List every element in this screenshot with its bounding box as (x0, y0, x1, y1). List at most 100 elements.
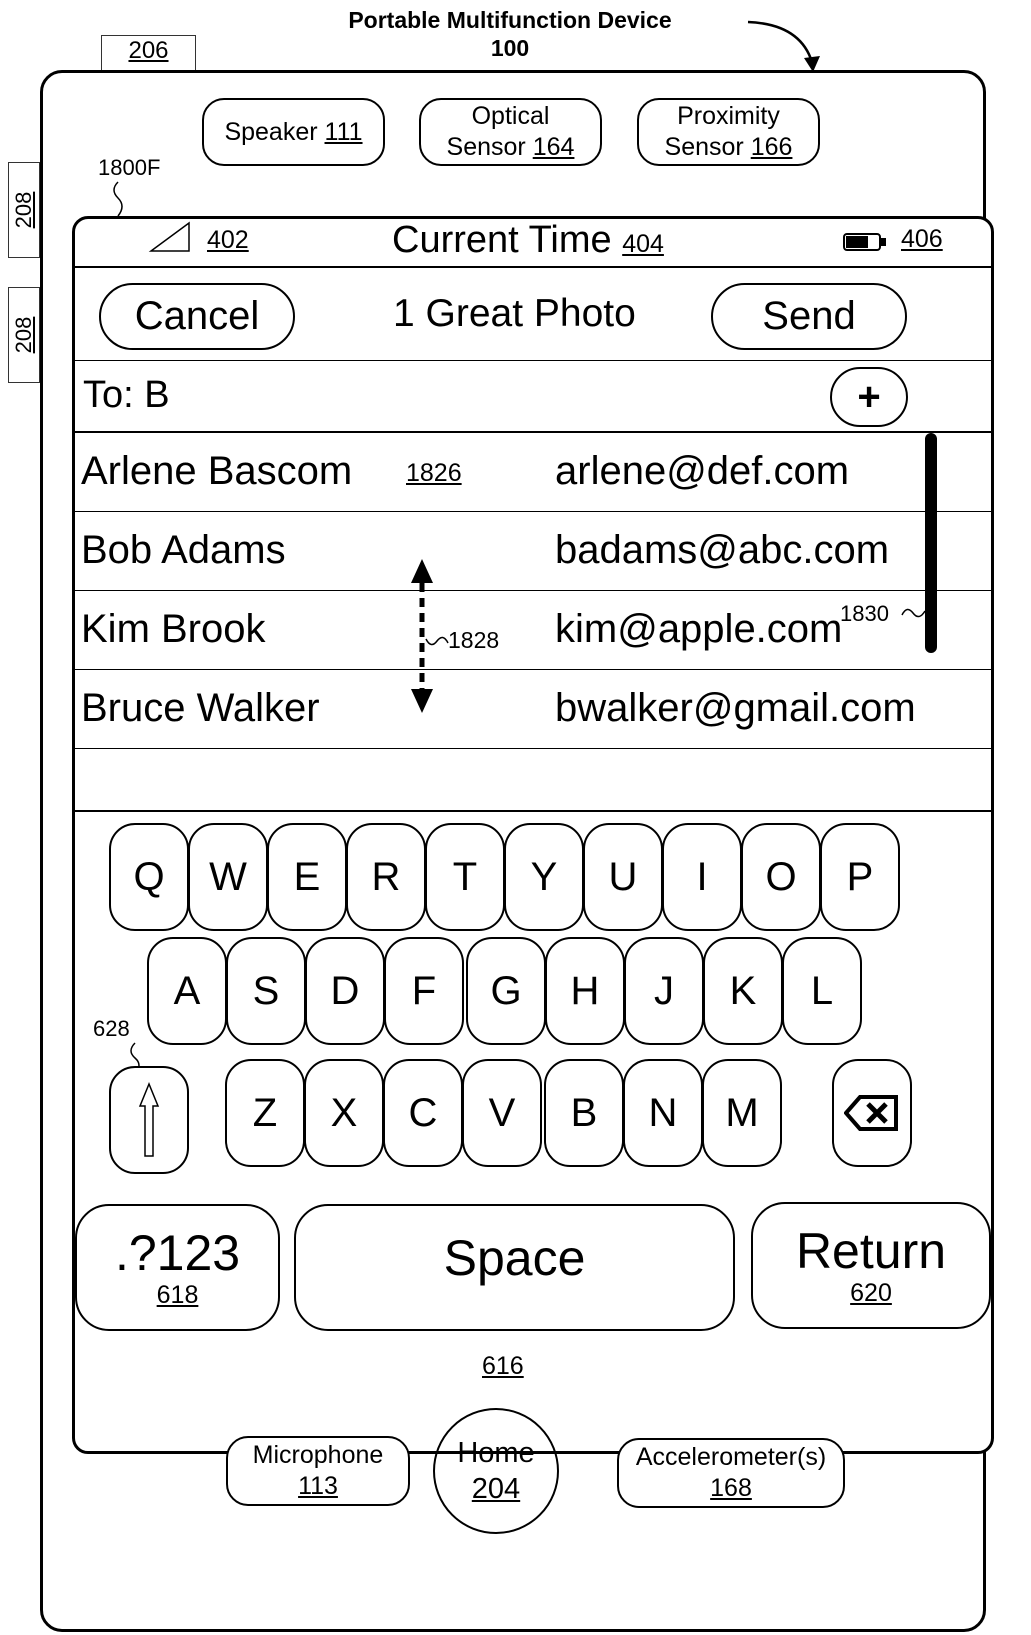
touch-screen: 402 Current Time 404 406 Cancel 1 Great … (72, 216, 994, 1454)
accelerometer-label: Accelerometer(s) (635, 1443, 827, 1471)
backspace-key[interactable] (832, 1059, 912, 1167)
figure-title-line2: 100 (490, 35, 530, 61)
optical-sensor-ref: 164 (532, 133, 575, 161)
proximity-sensor-label2: Sensor (664, 133, 751, 161)
key-v[interactable]: V (462, 1059, 542, 1167)
numbers-key-label: .?123 (114, 1225, 241, 1281)
optical-sensor-label: Optical (471, 102, 550, 130)
contact-email: bwalker@gmail.com (555, 686, 916, 730)
contact-ref-1826: 1826 (406, 459, 462, 487)
keyboard-ref: 616 (482, 1352, 524, 1380)
return-key-label: Return (795, 1223, 947, 1279)
key-y[interactable]: Y (504, 823, 584, 931)
volume-down-button[interactable]: 208 (8, 287, 40, 383)
optical-sensor-label2: Sensor (446, 133, 533, 161)
key-q[interactable]: Q (109, 823, 189, 931)
accelerometer: Accelerometer(s) 168 (617, 1438, 845, 1508)
scroll-bar-ref: 1830 (840, 601, 889, 626)
speaker: Speaker 111 (202, 98, 385, 166)
scroll-gesture-leader (425, 636, 449, 646)
key-c[interactable]: C (383, 1059, 463, 1167)
list-item[interactable]: Arlene Bascom 1826 arlene@def.com (75, 433, 991, 511)
key-h[interactable]: H (545, 937, 625, 1045)
key-o[interactable]: O (741, 823, 821, 931)
key-x[interactable]: X (304, 1059, 384, 1167)
ref-206: 206 (128, 37, 169, 64)
key-r[interactable]: R (346, 823, 426, 931)
list-item[interactable]: Bob Adams badams@abc.com (75, 512, 991, 590)
key-k[interactable]: K (703, 937, 783, 1045)
key-a[interactable]: A (147, 937, 227, 1045)
proximity-sensor: Proximity Sensor 166 (637, 98, 820, 166)
contact-name: Arlene Bascom (81, 449, 353, 493)
optical-sensor: Optical Sensor 164 (419, 98, 602, 166)
space-key[interactable]: Space (294, 1204, 735, 1331)
key-w[interactable]: W (188, 823, 268, 931)
top-button[interactable]: 206 (101, 35, 196, 71)
key-z[interactable]: Z (225, 1059, 305, 1167)
contact-name: Kim Brook (81, 607, 266, 651)
key-p[interactable]: P (820, 823, 900, 931)
proximity-sensor-ref: 166 (750, 133, 793, 161)
battery-icon (843, 233, 886, 251)
plus-icon: + (857, 374, 881, 419)
home-button[interactable]: Home 204 (433, 1408, 559, 1534)
ref-628: 628 (93, 1016, 130, 1041)
signal-ref: 402 (207, 226, 249, 254)
nav-divider (75, 360, 991, 361)
speaker-label-line: Speaker 111 (224, 117, 362, 148)
key-u[interactable]: U (583, 823, 663, 931)
backspace-icon (844, 1095, 898, 1131)
ref-1800f: 1800F (98, 155, 161, 180)
shift-key[interactable] (109, 1066, 189, 1174)
key-f[interactable]: F (384, 937, 464, 1045)
key-s[interactable]: S (226, 937, 306, 1045)
ref-208-a: 208 (11, 191, 36, 229)
contact-name: Bob Adams (81, 528, 286, 572)
key-j[interactable]: J (624, 937, 704, 1045)
key-g[interactable]: G (466, 937, 546, 1045)
key-b[interactable]: B (544, 1059, 624, 1167)
add-recipient-button[interactable]: + (830, 367, 908, 427)
to-field[interactable]: To: B (83, 374, 170, 417)
contact-email: arlene@def.com (555, 449, 850, 493)
space-key-label: Space (443, 1229, 586, 1286)
cancel-button[interactable]: Cancel (99, 283, 295, 350)
speaker-label: Speaker (224, 117, 325, 146)
contact-email: badams@abc.com (555, 528, 890, 572)
numbers-key[interactable]: .?123 618 (75, 1204, 280, 1331)
ref-1800f-leader (113, 181, 123, 217)
nav-title: 1 Great Photo (393, 292, 636, 335)
figure-title-line1: Portable Multifunction Device (348, 7, 672, 33)
key-e[interactable]: E (267, 823, 347, 931)
home-label: Home (457, 1437, 535, 1469)
up-arrow-icon (138, 1082, 160, 1157)
microphone-label: Microphone (252, 1441, 384, 1469)
microphone-ref: 113 (298, 1472, 338, 1500)
list-divider (75, 748, 991, 749)
list-item[interactable]: Bruce Walker bwalker@gmail.com (75, 670, 991, 748)
battery-ref: 406 (901, 225, 943, 253)
optical-sensor-line2: Sensor 164 (447, 132, 575, 163)
contact-name: Bruce Walker (81, 686, 320, 730)
figure-title: Portable Multifunction Device 100 (300, 6, 720, 62)
key-m[interactable]: M (702, 1059, 782, 1167)
current-time-label: Current Time 404 (392, 219, 664, 262)
scroll-gesture-ref: 1828 (448, 627, 500, 653)
proximity-sensor-line2: Sensor 166 (665, 132, 793, 163)
proximity-sensor-label: Proximity (677, 102, 780, 130)
send-button[interactable]: Send (711, 283, 907, 350)
key-n[interactable]: N (623, 1059, 703, 1167)
scroll-bar-leader (901, 608, 926, 618)
key-l[interactable]: L (782, 937, 862, 1045)
keyboard-divider (75, 810, 991, 812)
contact-email: kim@apple.com (555, 607, 843, 651)
key-i[interactable]: I (662, 823, 742, 931)
volume-up-button[interactable]: 208 (8, 162, 40, 258)
ref-208-b: 208 (11, 316, 36, 354)
speaker-ref: 111 (324, 117, 363, 146)
return-key[interactable]: Return 620 (751, 1202, 991, 1329)
signal-strength-icon (148, 221, 190, 252)
key-d[interactable]: D (305, 937, 385, 1045)
key-t[interactable]: T (425, 823, 505, 931)
